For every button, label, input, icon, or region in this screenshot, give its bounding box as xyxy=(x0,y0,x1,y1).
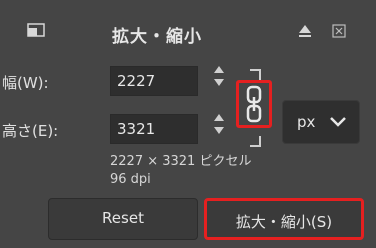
height-spinner[interactable] xyxy=(212,114,226,134)
collapse-arrow-icon[interactable] xyxy=(298,23,312,37)
scale-button[interactable]: 拡大・縮小(S) xyxy=(204,198,364,240)
pixel-dimensions: 2227 × 3321 ピクセル xyxy=(110,154,252,169)
height-label: 高さ(E): xyxy=(2,122,59,140)
reset-button[interactable]: Reset xyxy=(48,198,198,240)
width-decrease-icon[interactable] xyxy=(214,79,224,86)
scale-icon xyxy=(27,23,45,37)
chain-link-icon[interactable] xyxy=(244,85,264,123)
width-increase-icon[interactable] xyxy=(214,66,224,73)
close-icon[interactable] xyxy=(332,24,346,38)
unit-value: px xyxy=(297,113,316,131)
dialog-title: 拡大・縮小 xyxy=(112,27,202,47)
scale-button-label: 拡大・縮小(S) xyxy=(235,213,333,231)
height-decrease-icon[interactable] xyxy=(214,127,224,134)
chevron-down-icon xyxy=(330,117,346,127)
reset-button-label: Reset xyxy=(102,209,144,227)
unit-select[interactable]: px xyxy=(282,100,360,144)
height-increase-icon[interactable] xyxy=(214,114,224,121)
width-spinner[interactable] xyxy=(212,66,226,86)
height-input[interactable] xyxy=(110,114,198,144)
width-input[interactable] xyxy=(110,66,198,96)
dialog-titlebar: 拡大・縮小 xyxy=(0,0,376,47)
resolution: 96 dpi xyxy=(110,172,151,187)
width-label: 幅(W): xyxy=(2,74,49,92)
